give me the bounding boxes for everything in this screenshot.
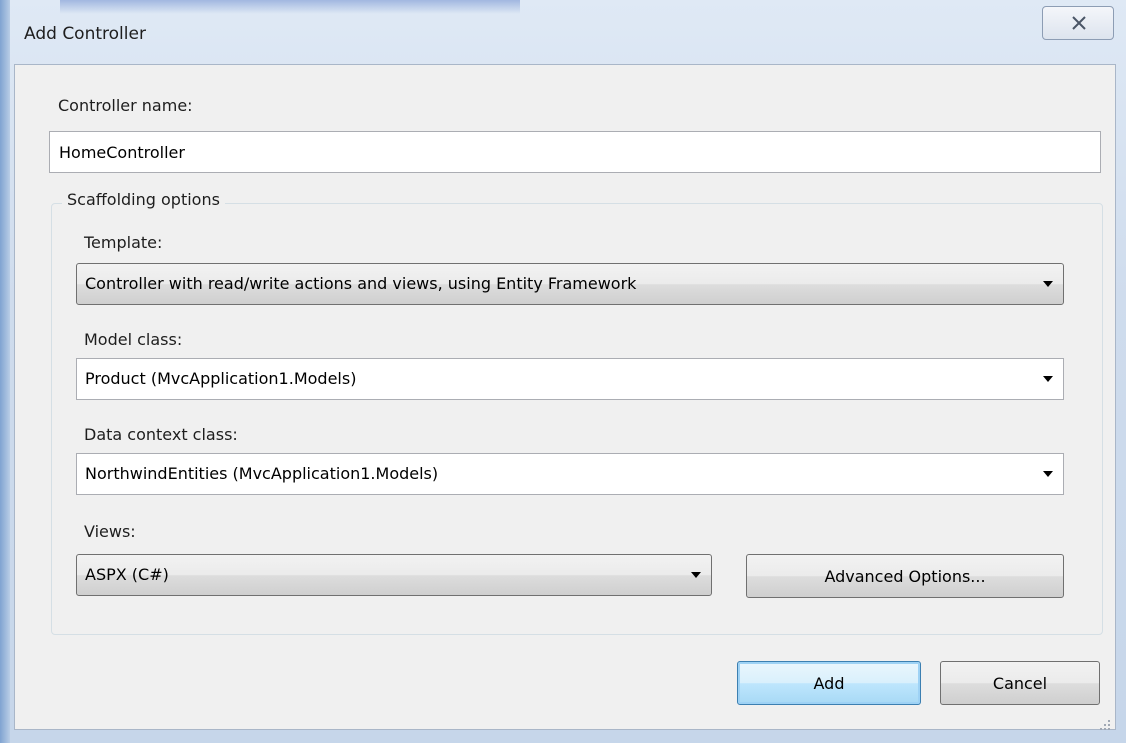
chevron-down-icon	[1043, 281, 1053, 287]
views-label: Views:	[84, 522, 136, 541]
template-selected-value: Controller with read/write actions and v…	[85, 274, 637, 293]
chevron-down-icon	[1043, 471, 1053, 477]
close-icon	[1072, 16, 1086, 30]
chevron-down-icon	[1043, 376, 1053, 382]
chevron-down-icon	[691, 572, 701, 578]
data-context-selected-value: NorthwindEntities (MvcApplication1.Model…	[85, 464, 439, 483]
data-context-dropdown[interactable]: NorthwindEntities (MvcApplication1.Model…	[76, 453, 1064, 495]
cancel-button[interactable]: Cancel	[940, 661, 1100, 705]
close-button[interactable]	[1042, 6, 1114, 40]
views-dropdown[interactable]: ASPX (C#)	[76, 554, 712, 596]
model-class-selected-value: Product (MvcApplication1.Models)	[85, 369, 357, 388]
template-dropdown[interactable]: Controller with read/write actions and v…	[76, 263, 1064, 305]
window-top-glow	[60, 0, 520, 14]
resize-grip-icon[interactable]	[1100, 720, 1112, 732]
controller-name-label: Controller name:	[58, 96, 193, 115]
template-label: Template:	[84, 233, 163, 252]
data-context-label: Data context class:	[84, 425, 238, 444]
dialog-title: Add Controller	[24, 24, 146, 44]
add-button[interactable]: Add	[737, 661, 921, 705]
window-edge-glow	[0, 0, 10, 743]
model-class-dropdown[interactable]: Product (MvcApplication1.Models)	[76, 358, 1064, 400]
advanced-options-button[interactable]: Advanced Options...	[746, 554, 1064, 598]
scaffolding-options-label: Scaffolding options	[62, 190, 225, 209]
dialog-window: Add Controller Controller name: Scaffold…	[0, 0, 1126, 743]
views-selected-value: ASPX (C#)	[85, 565, 169, 584]
controller-name-input[interactable]	[49, 131, 1101, 173]
model-class-label: Model class:	[84, 330, 183, 349]
